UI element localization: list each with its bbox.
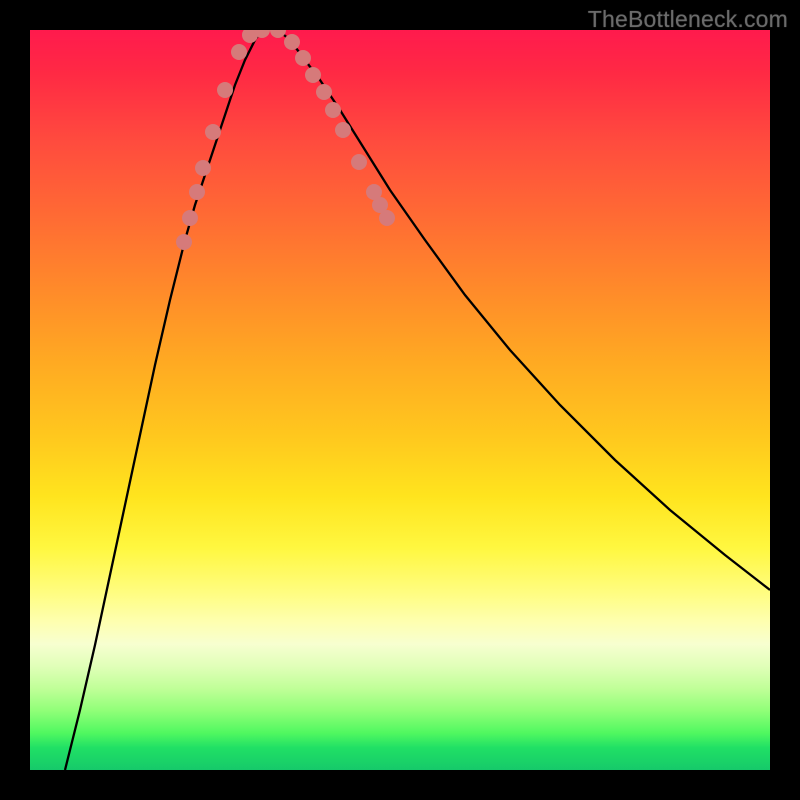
data-marker: [270, 30, 286, 38]
data-marker: [182, 210, 198, 226]
curve-left: [65, 30, 262, 770]
data-marker: [217, 82, 233, 98]
data-markers: [176, 30, 395, 250]
chart-frame: TheBottleneck.com: [0, 0, 800, 800]
data-marker: [379, 210, 395, 226]
data-marker: [195, 160, 211, 176]
chart-svg: [30, 30, 770, 770]
data-marker: [231, 44, 247, 60]
curve-right: [278, 30, 770, 590]
data-marker: [284, 34, 300, 50]
data-marker: [305, 67, 321, 83]
data-marker: [176, 234, 192, 250]
data-marker: [335, 122, 351, 138]
data-marker: [325, 102, 341, 118]
data-marker: [189, 184, 205, 200]
data-marker: [316, 84, 332, 100]
data-marker: [205, 124, 221, 140]
data-marker: [351, 154, 367, 170]
data-marker: [295, 50, 311, 66]
plot-area: [30, 30, 770, 770]
watermark-text: TheBottleneck.com: [588, 6, 788, 33]
